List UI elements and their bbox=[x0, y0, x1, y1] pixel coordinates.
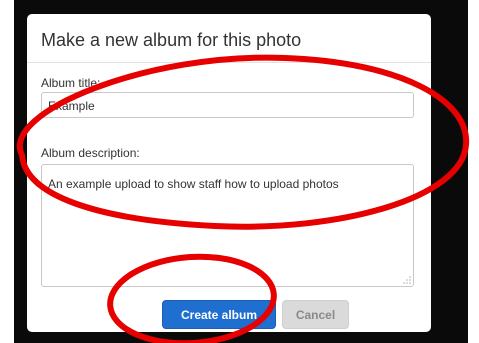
album-description-value: An example upload to show staff how to u… bbox=[48, 177, 339, 191]
new-album-dialog: Make a new album for this photo Album ti… bbox=[27, 14, 431, 332]
album-title-value: Example bbox=[48, 99, 95, 113]
album-title-input[interactable]: Example bbox=[41, 92, 414, 118]
album-title-label: Album title: bbox=[41, 76, 101, 90]
resize-handle-icon[interactable] bbox=[402, 275, 411, 284]
cancel-button[interactable]: Cancel bbox=[282, 300, 349, 329]
dialog-title: Make a new album for this photo bbox=[41, 30, 302, 50]
dialog-header: Make a new album for this photo bbox=[27, 14, 431, 63]
create-album-button[interactable]: Create album bbox=[162, 300, 276, 329]
album-description-textarea[interactable]: An example upload to show staff how to u… bbox=[41, 164, 414, 287]
album-description-label: Album description: bbox=[41, 146, 140, 160]
